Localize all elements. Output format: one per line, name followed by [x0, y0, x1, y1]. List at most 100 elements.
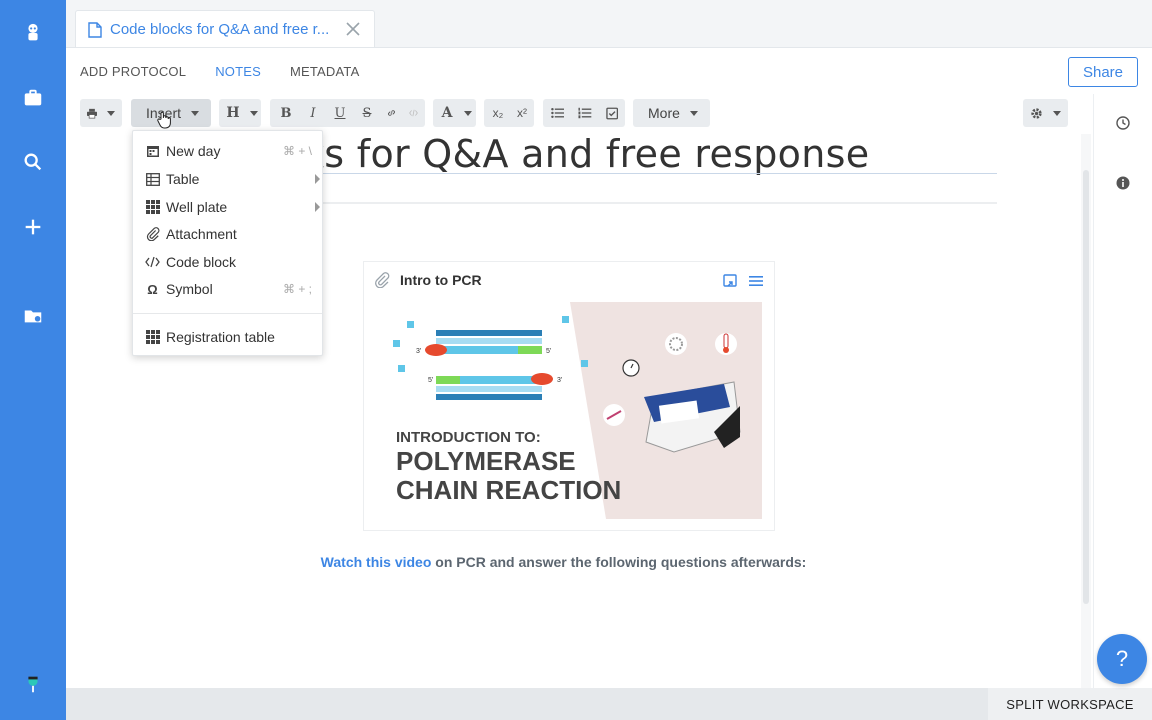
link-icon[interactable]	[387, 106, 396, 120]
divider	[302, 202, 997, 204]
strand-label: 5'	[546, 348, 551, 355]
paragraph-text: on PCR and answer the following question…	[431, 554, 807, 570]
robot-logo-icon[interactable]	[19, 19, 47, 47]
print-button[interactable]	[80, 99, 122, 127]
paperclip-icon	[375, 272, 390, 288]
menu-item-label: Symbol	[166, 281, 213, 297]
user-avatar-icon[interactable]	[19, 670, 47, 698]
briefcase-icon[interactable]	[19, 84, 47, 112]
menu-item-label: Registration table	[166, 329, 275, 345]
grid-icon	[145, 330, 160, 345]
underline-button[interactable]: U	[333, 106, 347, 121]
document-tab[interactable]: Code blocks for Q&A and free r...	[75, 10, 375, 48]
tab-title: Code blocks for Q&A and free r...	[110, 21, 330, 38]
menu-item-symbol[interactable]: Ω Symbol ⌘ + ;	[133, 276, 324, 302]
insert-dropdown-menu: New day ⌘ + \ Table Well plate Attachmen…	[132, 130, 323, 356]
superscript-button[interactable]: x²	[515, 106, 529, 120]
search-icon[interactable]	[19, 148, 47, 176]
menu-item-well-plate[interactable]: Well plate	[133, 194, 324, 220]
title-underline	[302, 173, 997, 174]
caret-icon	[250, 110, 258, 116]
close-icon[interactable]	[344, 20, 362, 38]
menu-item-label: Table	[166, 171, 200, 187]
hand-cursor-icon	[157, 111, 171, 129]
image-heading: INTRODUCTION TO:	[396, 429, 541, 446]
code-inline-icon[interactable]	[409, 107, 418, 119]
menu-item-new-day[interactable]: New day ⌘ + \	[133, 138, 324, 164]
heading-label: H	[226, 105, 240, 121]
script-group: x₂ x²	[484, 99, 534, 127]
image-title-line: POLYMERASE	[396, 446, 576, 476]
menu-item-code-block[interactable]: Code block	[133, 249, 324, 275]
image-title-line: CHAIN REACTION	[396, 475, 621, 505]
more-label: More	[648, 105, 680, 121]
gear-icon	[1031, 107, 1042, 119]
strand-label: 3'	[557, 377, 562, 384]
bullet-list-icon[interactable]	[551, 107, 565, 119]
heading-button[interactable]: H	[219, 99, 261, 127]
subscript-button[interactable]: x₂	[491, 106, 505, 120]
bold-button[interactable]: B	[279, 106, 293, 121]
checklist-icon[interactable]	[605, 107, 618, 120]
document-paragraph: Watch this video on PCR and answer the f…	[302, 551, 825, 573]
code-icon	[145, 255, 160, 270]
font-color-button[interactable]: A	[433, 99, 476, 127]
table-icon	[145, 172, 160, 187]
share-button[interactable]: Share	[1068, 57, 1138, 87]
submenu-arrow-icon	[315, 174, 320, 184]
strand-label: 5'	[428, 377, 433, 384]
caret-icon	[464, 110, 472, 116]
document-icon	[88, 21, 102, 38]
menu-item-attachment[interactable]: Attachment	[133, 221, 324, 247]
strikethrough-button[interactable]: S	[360, 106, 374, 121]
tab-notes[interactable]: NOTES	[215, 64, 261, 79]
menu-item-label: Code block	[166, 254, 237, 270]
menu-item-label: New day	[166, 143, 221, 159]
app-sidebar	[0, 0, 66, 720]
page-title[interactable]: ks for Q&A and free response	[302, 132, 869, 176]
scrollbar-thumb[interactable]	[1083, 170, 1089, 604]
menu-item-table[interactable]: Table	[133, 166, 324, 192]
submenu-arrow-icon	[315, 202, 320, 212]
caret-icon	[107, 110, 115, 116]
menu-icon[interactable]	[748, 273, 764, 289]
printer-icon	[87, 108, 97, 118]
editor-toolbar: Insert H B I U S A x₂ x²	[66, 94, 1081, 134]
font-label: A	[441, 105, 453, 121]
caret-icon	[191, 110, 200, 116]
cast-icon[interactable]	[722, 273, 738, 289]
bottom-bar: SPLIT WORKSPACE	[66, 688, 1152, 720]
strand-label: 3'	[416, 348, 421, 355]
caret-icon	[689, 110, 698, 116]
video-link[interactable]: Watch this video	[321, 554, 432, 570]
split-workspace-button[interactable]: SPLIT WORKSPACE	[988, 688, 1152, 720]
attachment-card[interactable]: Intro to PCR 3' 5' 5' 3' INTRODUCTION TO…	[363, 261, 775, 531]
pcr-video-thumbnail[interactable]: 3' 5' 5' 3' INTRODUCTION TO: POLYMERASE …	[374, 302, 762, 519]
italic-button[interactable]: I	[306, 106, 320, 121]
attachment-actions	[722, 273, 764, 289]
attachment-title: Intro to PCR	[400, 272, 482, 288]
scrollbar[interactable]	[1081, 134, 1091, 689]
settings-button[interactable]	[1023, 99, 1068, 127]
list-group	[543, 99, 625, 127]
omega-icon: Ω	[147, 281, 158, 297]
plus-icon[interactable]	[19, 213, 47, 241]
tab-add-protocol[interactable]: ADD PROTOCOL	[80, 64, 186, 79]
subnav: ADD PROTOCOL NOTES METADATA	[80, 64, 359, 79]
history-clock-icon[interactable]	[1116, 116, 1130, 130]
shortcut-hint: ⌘ + \	[282, 144, 312, 158]
more-button[interactable]: More	[633, 99, 710, 127]
info-icon[interactable]	[1116, 176, 1130, 190]
insert-button[interactable]: Insert	[131, 99, 211, 127]
tab-metadata[interactable]: METADATA	[290, 64, 360, 79]
shortcut-hint: ⌘ + ;	[282, 282, 312, 296]
right-rail	[1093, 94, 1152, 689]
help-button[interactable]: ?	[1097, 634, 1147, 684]
numbered-list-icon[interactable]	[578, 107, 592, 119]
menu-divider	[133, 313, 322, 314]
attachment-header: Intro to PCR	[374, 272, 482, 288]
caret-icon	[1053, 110, 1061, 116]
shared-folder-icon[interactable]	[19, 302, 47, 330]
menu-item-registration-table[interactable]: Registration table	[133, 324, 324, 350]
well-plate-icon	[145, 200, 160, 215]
